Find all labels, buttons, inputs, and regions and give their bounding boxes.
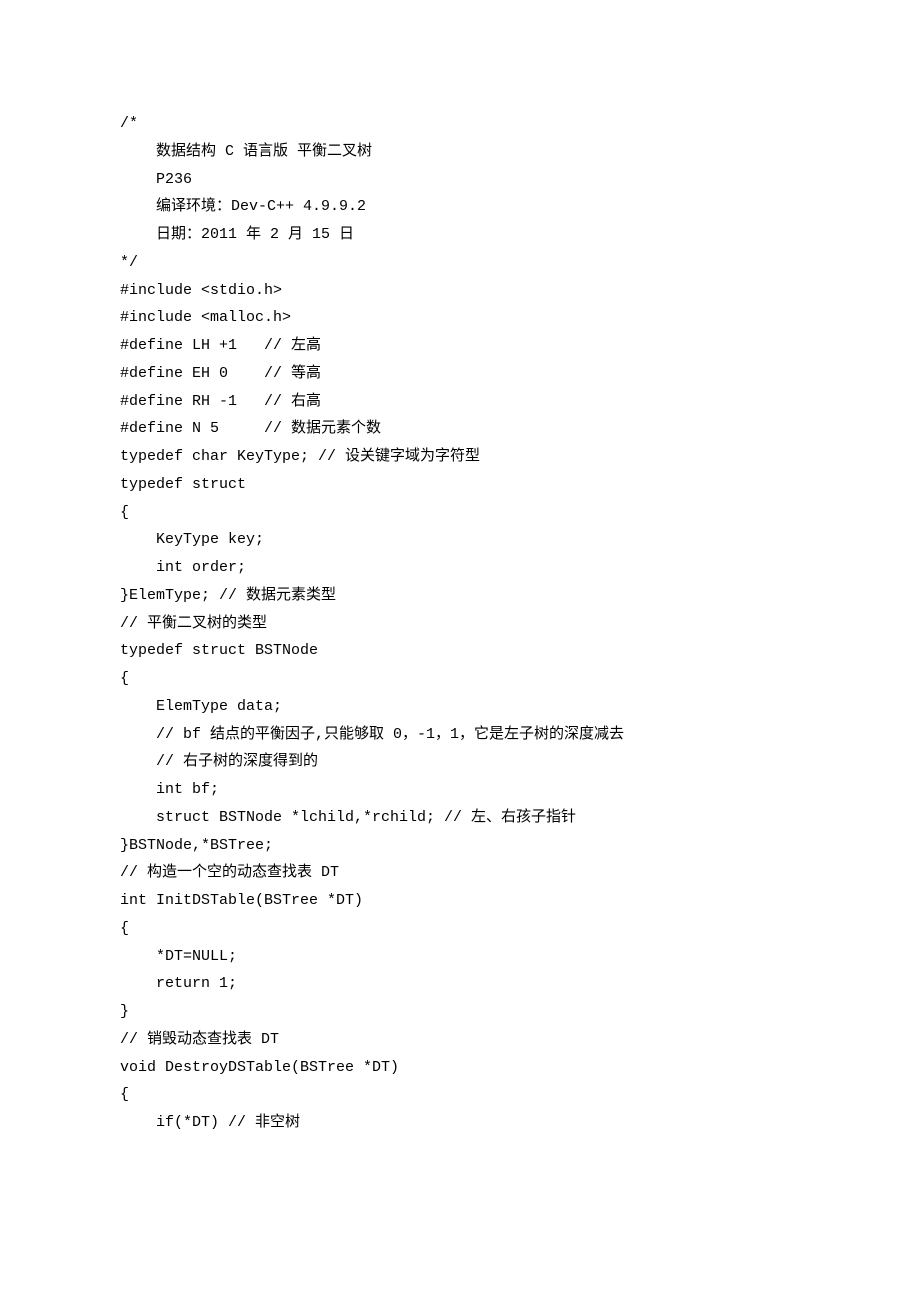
code-line: KeyType key; <box>120 526 800 554</box>
code-line: 数据结构 C 语言版 平衡二叉树 <box>120 138 800 166</box>
code-line: #define RH -1 // 右高 <box>120 388 800 416</box>
code-line: ElemType data; <box>120 693 800 721</box>
code-line: struct BSTNode *lchild,*rchild; // 左、右孩子… <box>120 804 800 832</box>
code-line: 日期：2011 年 2 月 15 日 <box>120 221 800 249</box>
code-line: P236 <box>120 166 800 194</box>
code-line: // bf 结点的平衡因子,只能够取 0，-1，1，它是左子树的深度减去 <box>120 721 800 749</box>
code-line: { <box>120 499 800 527</box>
code-line: #define LH +1 // 左高 <box>120 332 800 360</box>
code-block: /* 数据结构 C 语言版 平衡二叉树 P236 编译环境：Dev-C++ 4.… <box>120 110 800 1137</box>
code-line: return 1; <box>120 970 800 998</box>
code-line: // 平衡二叉树的类型 <box>120 610 800 638</box>
code-line: }BSTNode,*BSTree; <box>120 832 800 860</box>
code-line: #define EH 0 // 等高 <box>120 360 800 388</box>
code-line: 编译环境：Dev-C++ 4.9.9.2 <box>120 193 800 221</box>
code-line: void DestroyDSTable(BSTree *DT) <box>120 1054 800 1082</box>
code-line: // 销毁动态查找表 DT <box>120 1026 800 1054</box>
document-page: /* 数据结构 C 语言版 平衡二叉树 P236 编译环境：Dev-C++ 4.… <box>0 0 920 1302</box>
code-line: typedef char KeyType; // 设关键字域为字符型 <box>120 443 800 471</box>
code-line: if(*DT) // 非空树 <box>120 1109 800 1137</box>
code-line: { <box>120 665 800 693</box>
code-line: }ElemType; // 数据元素类型 <box>120 582 800 610</box>
code-line: #define N 5 // 数据元素个数 <box>120 415 800 443</box>
code-line: int bf; <box>120 776 800 804</box>
code-line: int InitDSTable(BSTree *DT) <box>120 887 800 915</box>
code-line: } <box>120 998 800 1026</box>
code-line: /* <box>120 110 800 138</box>
code-line: int order; <box>120 554 800 582</box>
code-line: { <box>120 1081 800 1109</box>
code-line: // 构造一个空的动态查找表 DT <box>120 859 800 887</box>
code-line: #include <stdio.h> <box>120 277 800 305</box>
code-line: #include <malloc.h> <box>120 304 800 332</box>
code-line: typedef struct BSTNode <box>120 637 800 665</box>
code-line: typedef struct <box>120 471 800 499</box>
code-line: // 右子树的深度得到的 <box>120 748 800 776</box>
code-line: { <box>120 915 800 943</box>
code-line: */ <box>120 249 800 277</box>
code-line: *DT=NULL; <box>120 943 800 971</box>
